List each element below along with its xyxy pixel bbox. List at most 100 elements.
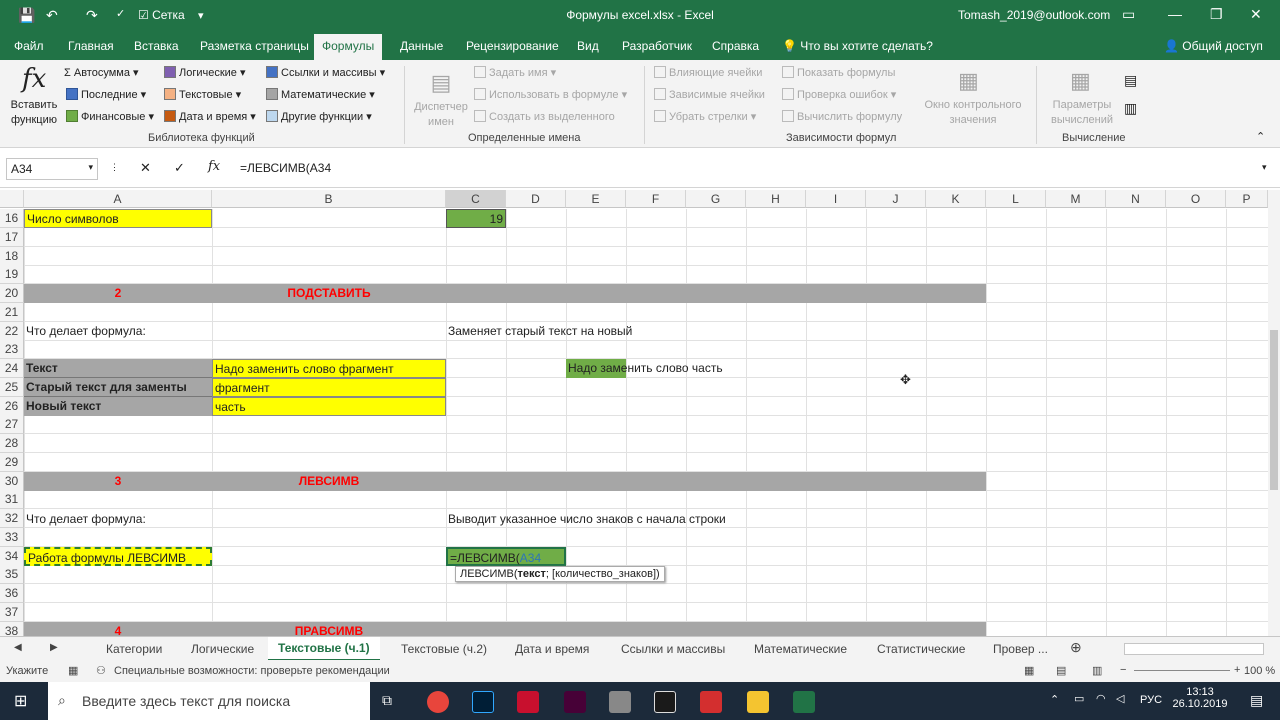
- photoshop-icon[interactable]: [472, 691, 494, 713]
- sheet-tab[interactable]: Текстовые (ч.2): [401, 642, 487, 656]
- column-header-j[interactable]: J: [866, 190, 926, 208]
- row-header[interactable]: 26: [0, 396, 24, 416]
- page-layout-view-icon[interactable]: ▤: [1056, 664, 1066, 677]
- cell-a26[interactable]: Новый текст: [24, 397, 212, 416]
- column-header-n[interactable]: N: [1106, 190, 1166, 208]
- column-header-i[interactable]: I: [806, 190, 866, 208]
- share-button[interactable]: 👤 Общий доступ: [1164, 39, 1263, 53]
- row-header[interactable]: 29: [0, 452, 24, 472]
- cell-a30[interactable]: 3: [24, 472, 212, 491]
- tell-me-search[interactable]: 💡 Что вы хотите сделать?: [782, 39, 933, 53]
- row-header[interactable]: 18: [0, 246, 24, 266]
- row-header[interactable]: 33: [0, 527, 24, 547]
- calculate-now-icon[interactable]: ▤: [1124, 72, 1137, 89]
- row-header[interactable]: 21: [0, 302, 24, 322]
- cell-a25[interactable]: Старый текст для заменты: [24, 378, 212, 397]
- tab-help[interactable]: Справка: [712, 39, 759, 53]
- row-header[interactable]: 30: [0, 471, 24, 491]
- row-header[interactable]: 27: [0, 415, 24, 435]
- cell-a16[interactable]: Число символов: [24, 209, 212, 228]
- scroll-left-icon[interactable]: ◀: [14, 642, 22, 653]
- horizontal-scrollbar[interactable]: [1124, 643, 1264, 655]
- cell-b25[interactable]: фрагмент: [212, 378, 446, 397]
- row-header[interactable]: 32: [0, 509, 24, 528]
- sheet-tab[interactable]: Дата и время: [515, 642, 589, 656]
- wifi-icon[interactable]: ◠: [1096, 692, 1106, 705]
- sheet-tab[interactable]: Категории: [106, 642, 162, 656]
- sheet-tab[interactable]: Провер ...: [993, 642, 1048, 656]
- show-formulas-button[interactable]: Показать формулы: [782, 66, 895, 79]
- lookup-button[interactable]: Ссылки и массивы ▾: [266, 66, 385, 79]
- app-icon[interactable]: [700, 691, 722, 713]
- remove-arrows-button[interactable]: Убрать стрелки ▾: [654, 110, 756, 123]
- insert-function-button[interactable]: Вставить функцию: [8, 98, 60, 128]
- row-header[interactable]: 25: [0, 377, 24, 397]
- sheet-tab[interactable]: Логические: [191, 642, 254, 656]
- insert-function-icon[interactable]: fx: [208, 159, 220, 174]
- column-header-k[interactable]: K: [926, 190, 986, 208]
- cell-c22[interactable]: Заменяет старый текст на новый: [446, 322, 634, 341]
- language-indicator[interactable]: РУС: [1140, 694, 1162, 706]
- windows-start-icon[interactable]: ⊞: [14, 691, 27, 711]
- row-header[interactable]: 17: [0, 227, 24, 247]
- row-header[interactable]: 20: [0, 284, 24, 303]
- cell-a24[interactable]: Текст: [24, 359, 212, 378]
- datetime-button[interactable]: Дата и время ▾: [164, 110, 256, 123]
- create-from-selection-button[interactable]: Создать из выделенного: [474, 110, 615, 123]
- accessibility-status[interactable]: Специальные возможности: проверьте реком…: [114, 665, 390, 677]
- cell-b26[interactable]: часть: [212, 397, 446, 416]
- row-header[interactable]: 24: [0, 359, 24, 378]
- column-header-l[interactable]: L: [986, 190, 1046, 208]
- text-button[interactable]: Текстовые ▾: [164, 88, 241, 101]
- recent-button[interactable]: Последние ▾: [66, 88, 146, 101]
- cell-b30[interactable]: ЛЕВСИМВ: [212, 472, 446, 491]
- minimize-icon[interactable]: —: [1168, 6, 1182, 22]
- cell-c16[interactable]: 19: [446, 209, 506, 228]
- folder-icon[interactable]: [747, 691, 769, 713]
- row-header[interactable]: 36: [0, 584, 24, 603]
- column-header-a[interactable]: A: [24, 190, 212, 208]
- after-effects-icon[interactable]: [564, 691, 586, 713]
- column-header-e[interactable]: E: [566, 190, 626, 208]
- row-header[interactable]: 16: [0, 209, 24, 228]
- tab-data[interactable]: Данные: [400, 39, 443, 53]
- select-all-corner[interactable]: [0, 190, 24, 208]
- row-header[interactable]: 34: [0, 546, 24, 566]
- error-checking-button[interactable]: Проверка ошибок ▾: [782, 88, 896, 101]
- vertical-scrollbar[interactable]: [1268, 190, 1280, 636]
- column-header-o[interactable]: O: [1166, 190, 1226, 208]
- cell-c32[interactable]: Выводит указанное число знаков с начала …: [446, 510, 728, 529]
- cell-a32[interactable]: Что делает формула:: [24, 510, 148, 529]
- cell-b38[interactable]: ПРАВСИМВ: [212, 622, 446, 636]
- tab-developer[interactable]: Разработчик: [622, 39, 692, 53]
- notifications-icon[interactable]: ▤: [1250, 692, 1263, 709]
- financial-button[interactable]: Финансовые ▾: [66, 110, 154, 123]
- zoom-level[interactable]: 100 %: [1244, 665, 1275, 677]
- formula-input[interactable]: =ЛЕВСИМВ(A34: [236, 158, 1276, 180]
- scroll-right-icon[interactable]: ▶: [50, 642, 58, 653]
- ribbon-display-icon[interactable]: ▭: [1122, 6, 1135, 23]
- name-box[interactable]: A34 ▾: [6, 158, 98, 180]
- sheet-tab[interactable]: Статистические: [877, 642, 965, 656]
- row-header[interactable]: 22: [0, 321, 24, 341]
- excel-icon[interactable]: [793, 691, 815, 713]
- tab-insert[interactable]: Вставка: [134, 39, 179, 53]
- row-header[interactable]: 31: [0, 490, 24, 510]
- cell-a22[interactable]: Что делает формула:: [24, 322, 148, 341]
- cell-e24[interactable]: Надо заменить слово часть: [566, 359, 725, 378]
- column-header-h[interactable]: H: [746, 190, 806, 208]
- network-icon[interactable]: ▭: [1074, 692, 1084, 705]
- row-header[interactable]: 35: [0, 565, 24, 585]
- cell-b24[interactable]: Надо заменить слово фрагмент: [212, 359, 446, 378]
- cell-b20[interactable]: ПОДСТАВИТЬ: [212, 284, 446, 303]
- close-icon[interactable]: ✕: [1250, 6, 1262, 23]
- column-header-f[interactable]: F: [626, 190, 686, 208]
- tab-file[interactable]: Файл: [14, 39, 44, 53]
- row-header[interactable]: 38: [0, 621, 24, 636]
- column-header-g[interactable]: G: [686, 190, 746, 208]
- tray-expand-icon[interactable]: ⌃: [1050, 693, 1059, 706]
- macro-record-icon[interactable]: ▦: [68, 664, 78, 677]
- expand-formula-icon[interactable]: ▾: [1262, 162, 1267, 173]
- account-name[interactable]: Tomash_2019@outlook.com: [958, 8, 1110, 22]
- sheet-tab-active[interactable]: Текстовые (ч.1): [268, 637, 380, 661]
